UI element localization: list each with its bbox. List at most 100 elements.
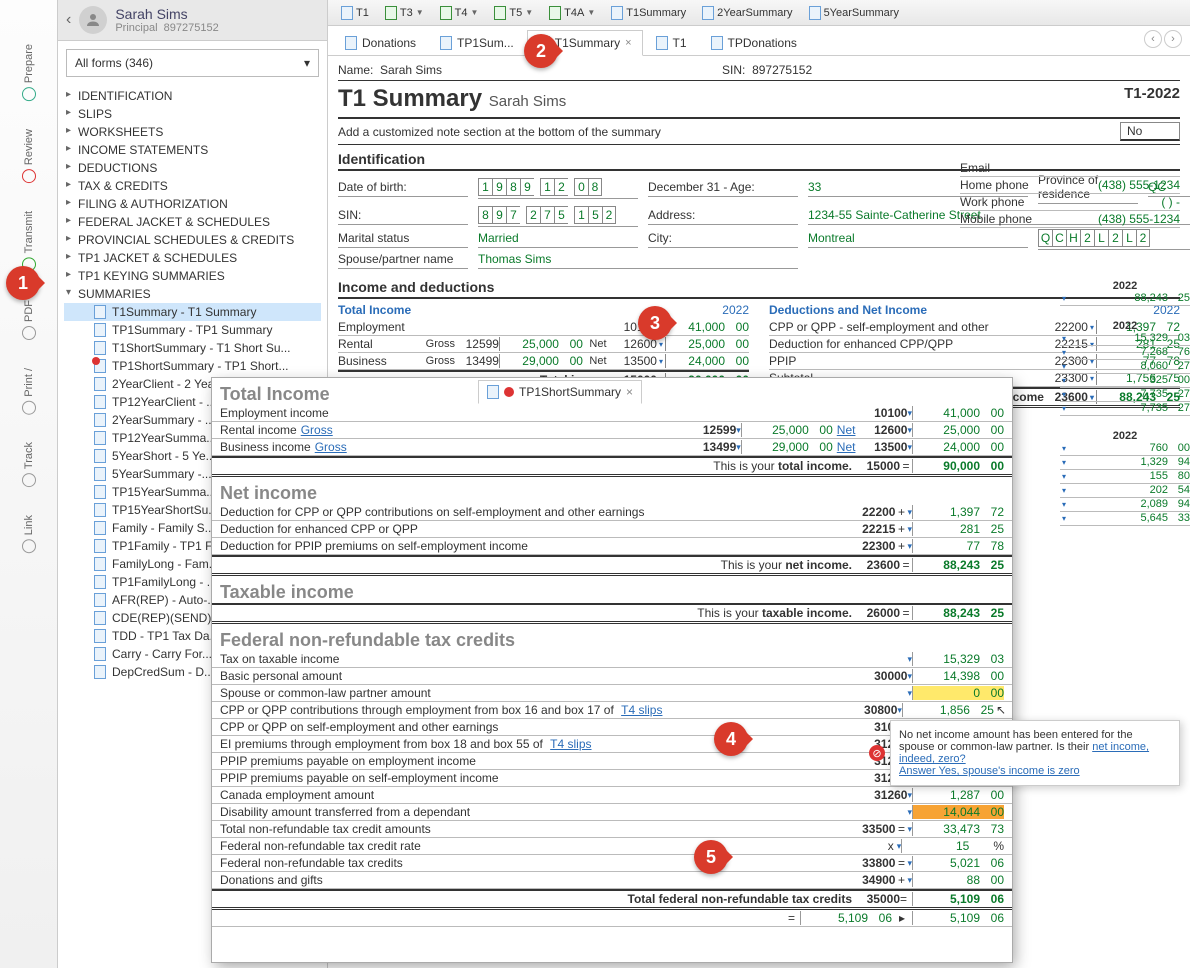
summary-row[interactable]: Rental incomeGross12599▾25,00000Net12600… bbox=[212, 422, 1012, 439]
tree-leaf-label: Family - Family S... bbox=[112, 521, 215, 535]
toolbar-button[interactable]: 2YearSummary bbox=[695, 3, 799, 23]
rail-print[interactable]: Print / bbox=[22, 368, 36, 415]
slip-link[interactable]: Gross bbox=[297, 423, 337, 437]
tree-node[interactable]: FILING & AUTHORIZATION bbox=[64, 195, 321, 213]
doc-tab[interactable]: TPDonations bbox=[700, 30, 808, 55]
close-icon[interactable]: × bbox=[625, 37, 631, 49]
toolbar-button[interactable]: 5YearSummary bbox=[802, 3, 906, 23]
slip-link[interactable]: T4 slips bbox=[617, 703, 666, 717]
error-badge-icon bbox=[92, 357, 100, 365]
tree-node[interactable]: PROVINCIAL SCHEDULES & CREDITS bbox=[64, 231, 321, 249]
back-button[interactable]: ‹ bbox=[66, 11, 71, 29]
validation-tooltip: ⊘ No net income amount has been entered … bbox=[890, 720, 1180, 786]
summary-row[interactable]: Total non-refundable tax credit amounts3… bbox=[212, 821, 1012, 838]
tree-node[interactable]: IDENTIFICATION bbox=[64, 87, 321, 105]
summary-row[interactable]: Federal non-refundable tax credit ratex▾… bbox=[212, 838, 1012, 855]
summary-row[interactable]: Deduction for CPP or QPP contributions o… bbox=[212, 504, 1012, 521]
toolbar-button[interactable]: T1Summary bbox=[604, 3, 693, 23]
user-name: Sarah Sims bbox=[115, 6, 218, 22]
spouse-value[interactable]: Thomas Sims bbox=[478, 250, 798, 269]
note-value[interactable]: No bbox=[1120, 122, 1180, 141]
toolbar-button[interactable]: T5▼ bbox=[487, 3, 540, 23]
summary-row[interactable]: Federal non-refundable tax credits33800=… bbox=[212, 855, 1012, 872]
dob-value[interactable]: 19891208 bbox=[478, 176, 638, 199]
tree-leaf[interactable]: TP1Summary - TP1 Summary bbox=[64, 321, 321, 339]
workphone-value[interactable]: ( ) - bbox=[1070, 195, 1180, 209]
user-role: Principal 897275152 bbox=[115, 22, 218, 34]
summary-row[interactable]: Deduction for PPIP premiums on self-empl… bbox=[212, 538, 1012, 555]
document-icon bbox=[94, 629, 106, 643]
rail-review[interactable]: Review bbox=[22, 129, 36, 183]
tree-leaf[interactable]: T1Summary - T1 Summary bbox=[64, 303, 321, 321]
tree-leaf-label: TP1ShortSummary - TP1 Short... bbox=[112, 359, 289, 373]
homephone-value[interactable]: (438) 555-1234 bbox=[1070, 178, 1180, 192]
postal-value[interactable]: QCH2L2L2 bbox=[1038, 227, 1190, 250]
income-deductions-header: Income and deductions bbox=[338, 279, 1180, 299]
tree-leaf-label: T1Summary - T1 Summary bbox=[112, 305, 256, 319]
tree-leaf[interactable]: TP1ShortSummary - TP1 Short... bbox=[64, 357, 321, 375]
rail-track[interactable]: Track bbox=[22, 442, 36, 487]
toolbar-button[interactable]: T4▼ bbox=[433, 3, 486, 23]
income-row[interactable]: Employment10100▾41,00000 bbox=[338, 319, 749, 336]
summary-row[interactable]: Disability amount transferred from a dep… bbox=[212, 804, 1012, 821]
tip-link-2[interactable]: Answer Yes, spouse's income is zero bbox=[899, 765, 1080, 777]
slip-link[interactable]: Net bbox=[833, 440, 860, 454]
summary-row[interactable]: Deduction for enhanced CPP or QPP22215+▾… bbox=[212, 521, 1012, 538]
tree-leaf-label: T1ShortSummary - T1 Short Su... bbox=[112, 341, 291, 355]
doc-tab[interactable]: Donations bbox=[334, 30, 427, 55]
chevron-down-icon: ▼ bbox=[525, 8, 533, 17]
rail-transmit[interactable]: Transmit bbox=[22, 211, 36, 271]
toolbar-button[interactable]: T3▼ bbox=[378, 3, 431, 23]
homephone-label: Home phone bbox=[960, 178, 1070, 192]
forms-selector[interactable]: All forms (346) ▾ bbox=[66, 49, 319, 77]
marital-value[interactable]: Married bbox=[478, 229, 638, 248]
tree-leaf-label: Carry - Carry For... bbox=[112, 647, 212, 661]
summary-row[interactable]: Employment income10100▾41,00000 bbox=[212, 405, 1012, 422]
doc-tab[interactable]: T1 bbox=[645, 30, 698, 55]
tree-node[interactable]: TP1 JACKET & SCHEDULES bbox=[64, 249, 321, 267]
summary-row[interactable]: Canada employment amount31260▾1,28700 bbox=[212, 787, 1012, 804]
name-label: Name: bbox=[338, 63, 373, 77]
tree-node[interactable]: INCOME STATEMENTS bbox=[64, 141, 321, 159]
tree-node[interactable]: TP1 KEYING SUMMARIES bbox=[64, 267, 321, 285]
tree-node[interactable]: FEDERAL JACKET & SCHEDULES bbox=[64, 213, 321, 231]
income-row[interactable]: BusinessGross1349929,00000Net13500▾24,00… bbox=[338, 353, 749, 370]
sin2-value[interactable]: 897275152 bbox=[478, 204, 638, 227]
nav-prev-icon[interactable]: ‹ bbox=[1144, 30, 1162, 48]
overlay-tab[interactable]: TP1ShortSummary × bbox=[478, 380, 642, 404]
print-icon bbox=[22, 400, 36, 414]
slip-link[interactable]: T4 slips bbox=[546, 737, 595, 751]
summary-row[interactable]: Donations and gifts34900+▾8800 bbox=[212, 872, 1012, 889]
summary-row[interactable]: Tax on taxable income▾15,32903 bbox=[212, 651, 1012, 668]
summary-amount: ▾20254 bbox=[1060, 484, 1190, 498]
info-icon bbox=[22, 169, 36, 183]
rail-prepare[interactable]: Prepare bbox=[22, 44, 36, 101]
rail-link[interactable]: Link bbox=[22, 515, 36, 553]
close-icon[interactable]: × bbox=[626, 385, 633, 399]
nav-next-icon[interactable]: › bbox=[1164, 30, 1182, 48]
tree-leaf[interactable]: T1ShortSummary - T1 Short Su... bbox=[64, 339, 321, 357]
summary-row[interactable]: Spouse or common-law partner amount▾000 bbox=[212, 685, 1012, 702]
summary-row[interactable]: Business incomeGross13499▾29,00000Net135… bbox=[212, 439, 1012, 456]
mobilephone-value[interactable]: (438) 555-1234 bbox=[1070, 212, 1180, 226]
rail-pdf[interactable]: PDF bbox=[22, 300, 36, 340]
toolbar-button[interactable]: T1 bbox=[334, 3, 376, 23]
summary-amount: ▾76000 bbox=[1060, 442, 1190, 456]
overlay-tab-label: TP1ShortSummary bbox=[519, 385, 621, 399]
tree-node[interactable]: DEDUCTIONS bbox=[64, 159, 321, 177]
tree-node[interactable]: WORKSHEETS bbox=[64, 123, 321, 141]
tree-node[interactable]: TAX & CREDITS bbox=[64, 177, 321, 195]
income-row[interactable]: RentalGross1259925,00000Net12600▾25,0000… bbox=[338, 336, 749, 353]
summary-row[interactable]: Basic personal amount30000▾14,39800 bbox=[212, 668, 1012, 685]
slip-link[interactable]: Net bbox=[833, 423, 860, 437]
summary-row[interactable]: CPP or QPP contributions through employm… bbox=[212, 702, 1012, 719]
sin-value: 897275152 bbox=[752, 63, 812, 77]
city-value[interactable]: Montreal bbox=[808, 229, 1028, 248]
toolbar-button[interactable]: T4A▼ bbox=[542, 3, 602, 23]
tax-year: T1-2022 bbox=[1124, 85, 1180, 102]
tree-node[interactable]: SLIPS bbox=[64, 105, 321, 123]
document-icon bbox=[345, 36, 357, 50]
tree-node-summaries[interactable]: SUMMARIES bbox=[64, 285, 321, 303]
slip-link[interactable]: Gross bbox=[311, 440, 351, 454]
doc-tab[interactable]: TP1Sum... bbox=[429, 30, 525, 55]
